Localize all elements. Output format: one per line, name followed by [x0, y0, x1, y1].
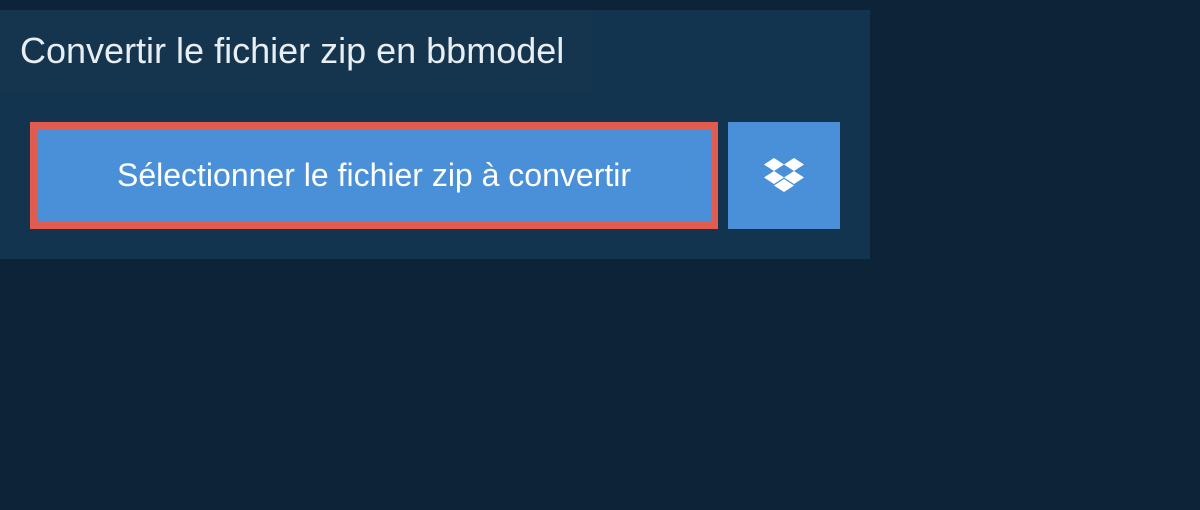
action-row: Sélectionner le fichier zip à convertir: [0, 92, 870, 259]
select-file-button[interactable]: Sélectionner le fichier zip à convertir: [30, 122, 718, 229]
page-title: Convertir le fichier zip en bbmodel: [0, 10, 592, 92]
select-file-label: Sélectionner le fichier zip à convertir: [117, 157, 631, 194]
page-title-text: Convertir le fichier zip en bbmodel: [20, 30, 564, 71]
dropbox-icon: [764, 158, 804, 194]
dropbox-button[interactable]: [728, 122, 840, 229]
converter-panel: Convertir le fichier zip en bbmodel Séle…: [0, 10, 870, 259]
